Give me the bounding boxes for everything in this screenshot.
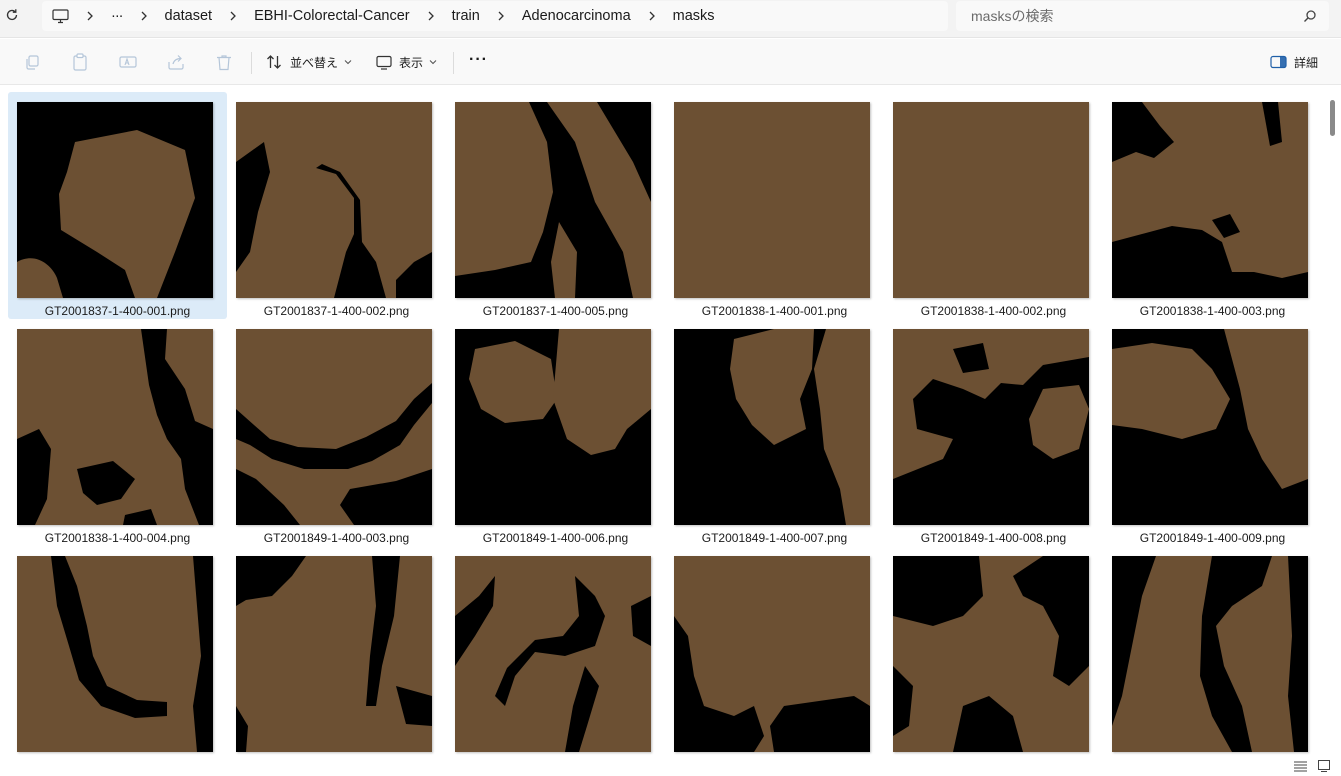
breadcrumb[interactable]: ··· dataset EBHI-Colorectal-Cancer train… xyxy=(42,1,948,31)
file-item[interactable] xyxy=(665,546,884,773)
mask-thumbnail xyxy=(893,556,1089,752)
file-name: GT2001837-1-400-005.png xyxy=(482,304,629,318)
file-item[interactable]: GT2001838-1-400-002.png xyxy=(884,92,1103,319)
view-label: 表示 xyxy=(399,55,424,70)
sort-icon xyxy=(266,54,283,70)
file-item[interactable]: GT2001838-1-400-003.png xyxy=(1103,92,1322,319)
file-name: GT2001838-1-400-001.png xyxy=(701,304,848,318)
file-item[interactable]: GT2001849-1-400-006.png xyxy=(446,319,665,546)
breadcrumb-item-masks[interactable]: masks xyxy=(673,8,715,24)
view-button[interactable]: 表示 xyxy=(376,52,437,72)
mask-thumbnail xyxy=(1112,329,1308,525)
file-item[interactable] xyxy=(8,546,227,773)
large-icons-view-icon[interactable] xyxy=(1316,758,1332,774)
mask-thumbnail xyxy=(17,102,213,298)
mask-thumbnail xyxy=(1112,102,1308,298)
details-button[interactable]: 詳細 xyxy=(1270,52,1318,72)
mask-thumbnail xyxy=(674,102,870,298)
chevron-right-icon[interactable] xyxy=(427,11,435,21)
toolbar-separator xyxy=(251,52,252,74)
mask-thumbnail xyxy=(455,102,651,298)
mask-thumbnail xyxy=(236,102,432,298)
chevron-right-icon[interactable] xyxy=(497,11,505,21)
search-box[interactable]: masksの検索 xyxy=(956,1,1329,31)
sort-label: 並べ替え xyxy=(290,55,339,70)
chevron-down-icon xyxy=(429,59,437,65)
this-pc-icon[interactable] xyxy=(52,8,69,24)
file-name: GT2001838-1-400-002.png xyxy=(920,304,1067,318)
breadcrumb-item-adenocarcinoma[interactable]: Adenocarcinoma xyxy=(522,8,631,24)
mask-thumbnail xyxy=(455,556,651,752)
breadcrumb-item-ebhi[interactable]: EBHI-Colorectal-Cancer xyxy=(254,8,410,24)
file-item[interactable] xyxy=(1103,546,1322,773)
file-name: GT2001849-1-400-008.png xyxy=(920,531,1067,545)
file-item[interactable]: GT2001837-1-400-002.png xyxy=(227,92,446,319)
file-item[interactable]: GT2001837-1-400-001.png xyxy=(8,92,227,319)
scrollbar-thumb[interactable] xyxy=(1330,100,1335,136)
file-name: GT2001838-1-400-003.png xyxy=(1139,304,1286,318)
copy-icon[interactable] xyxy=(24,52,40,72)
chevron-right-icon[interactable] xyxy=(648,11,656,21)
status-bar xyxy=(0,756,1341,776)
file-item[interactable]: GT2001838-1-400-004.png xyxy=(8,319,227,546)
sort-button[interactable]: 並べ替え xyxy=(266,52,352,72)
file-item[interactable]: GT2001849-1-400-007.png xyxy=(665,319,884,546)
mask-thumbnail xyxy=(893,102,1089,298)
view-icon xyxy=(376,55,392,70)
file-item[interactable]: GT2001849-1-400-008.png xyxy=(884,319,1103,546)
mask-thumbnail xyxy=(236,556,432,752)
breadcrumb-item-dataset[interactable]: dataset xyxy=(165,8,213,24)
breadcrumb-item-train[interactable]: train xyxy=(452,8,480,24)
refresh-icon[interactable] xyxy=(2,5,22,25)
details-pane-icon xyxy=(1270,55,1287,69)
file-item[interactable]: GT2001838-1-400-001.png xyxy=(665,92,884,319)
chevron-right-icon[interactable] xyxy=(140,11,148,21)
details-view-icon[interactable] xyxy=(1292,758,1308,774)
toolbar-separator xyxy=(453,52,454,74)
file-item[interactable]: GT2001849-1-400-003.png xyxy=(227,319,446,546)
mask-thumbnail xyxy=(674,329,870,525)
file-name: GT2001849-1-400-006.png xyxy=(482,531,629,545)
mask-thumbnail xyxy=(17,556,213,752)
file-item[interactable] xyxy=(446,546,665,773)
search-icon[interactable] xyxy=(1303,9,1317,23)
paste-icon[interactable] xyxy=(72,52,88,72)
file-name: GT2001849-1-400-007.png xyxy=(701,531,848,545)
file-name: GT2001849-1-400-009.png xyxy=(1139,531,1286,545)
breadcrumb-overflow[interactable]: ··· xyxy=(111,8,123,24)
details-label: 詳細 xyxy=(1294,55,1319,70)
file-grid: GT2001837-1-400-001.png GT2001837-1-400-… xyxy=(0,86,1341,756)
more-icon[interactable]: ··· xyxy=(469,50,488,70)
chevron-right-icon[interactable] xyxy=(229,11,237,21)
file-item[interactable]: GT2001849-1-400-009.png xyxy=(1103,319,1322,546)
file-item[interactable]: GT2001837-1-400-005.png xyxy=(446,92,665,319)
search-input[interactable]: masksの検索 xyxy=(971,6,1329,26)
mask-thumbnail xyxy=(1112,556,1308,752)
command-bar: 並べ替え 表示 ··· 詳細 xyxy=(0,39,1341,85)
file-name: GT2001838-1-400-004.png xyxy=(44,531,191,545)
chevron-down-icon xyxy=(344,59,352,65)
mask-thumbnail xyxy=(674,556,870,752)
mask-thumbnail xyxy=(236,329,432,525)
mask-thumbnail xyxy=(455,329,651,525)
rename-icon[interactable] xyxy=(119,52,137,72)
file-item[interactable] xyxy=(227,546,446,773)
address-bar-row: ··· dataset EBHI-Colorectal-Cancer train… xyxy=(0,0,1341,38)
file-name: GT2001849-1-400-003.png xyxy=(263,531,410,545)
vertical-scrollbar[interactable] xyxy=(1326,86,1338,756)
delete-icon[interactable] xyxy=(216,52,232,72)
file-name: GT2001837-1-400-001.png xyxy=(44,304,191,318)
file-item[interactable] xyxy=(884,546,1103,773)
mask-thumbnail xyxy=(893,329,1089,525)
share-icon[interactable] xyxy=(167,52,185,72)
file-name: GT2001837-1-400-002.png xyxy=(263,304,410,318)
mask-thumbnail xyxy=(17,329,213,525)
chevron-right-icon[interactable] xyxy=(86,11,94,21)
